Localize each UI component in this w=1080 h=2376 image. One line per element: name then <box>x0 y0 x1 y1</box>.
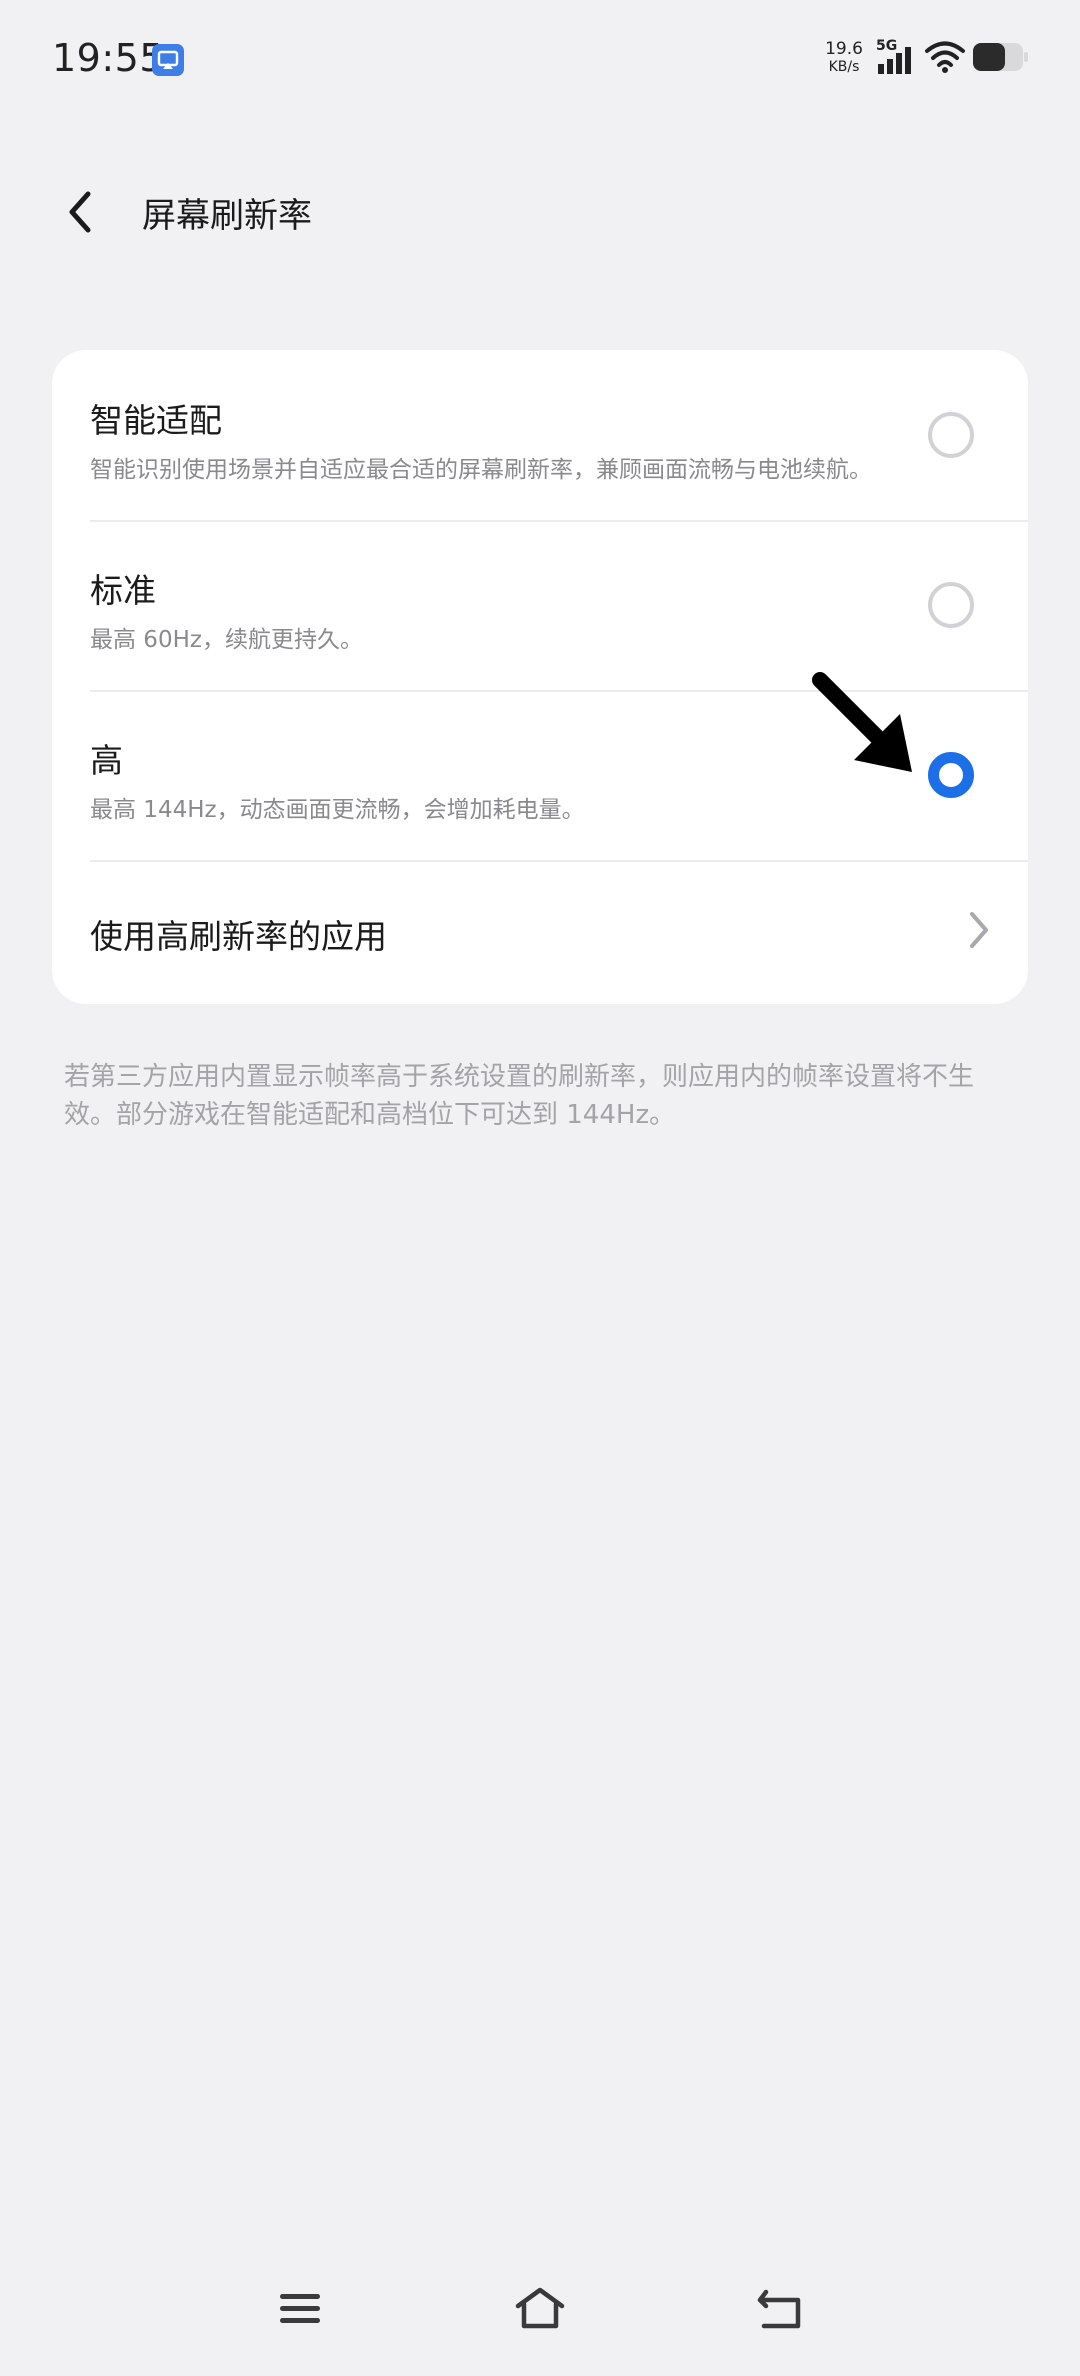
screen-cast-icon <box>152 44 184 76</box>
navigation-bar <box>0 2270 1080 2350</box>
wifi-icon <box>925 41 965 73</box>
high-refresh-apps-label: 使用高刷新率的应用 <box>90 917 387 956</box>
option-description: 最高 60Hz，续航更持久。 <box>90 627 363 653</box>
battery-icon <box>973 43 1028 71</box>
radio-standard[interactable] <box>928 582 974 628</box>
back-button[interactable] <box>52 184 108 240</box>
high-refresh-apps-link[interactable]: 使用高刷新率的应用 <box>52 860 1028 1004</box>
network-speed: 19.6 KB/s <box>820 40 868 76</box>
chevron-left-icon <box>69 191 91 233</box>
status-time: 19:55 <box>52 36 165 80</box>
radio-high-selected[interactable] <box>928 752 974 798</box>
header: 屏幕刷新率 <box>0 160 1080 260</box>
option-standard[interactable]: 标准 最高 60Hz，续航更持久。 <box>52 520 1028 690</box>
option-description: 智能识别使用场景并自适应最合适的屏幕刷新率，兼顾画面流畅与电池续航。 <box>90 457 872 483</box>
option-description: 最高 144Hz，动态画面更流畅，会增加耗电量。 <box>90 797 585 823</box>
annotation-arrow-icon <box>812 672 912 772</box>
home-icon[interactable] <box>512 2284 568 2334</box>
network-speed-value: 19.6 <box>825 39 863 59</box>
network-speed-unit: KB/s <box>828 59 860 75</box>
footnote-text: 若第三方应用内置显示帧率高于系统设置的刷新率，则应用内的帧率设置将不生效。部分游… <box>64 1062 975 1130</box>
page-title: 屏幕刷新率 <box>142 196 312 236</box>
chevron-right-icon <box>970 912 988 948</box>
option-smart-adaptive[interactable]: 智能适配 智能识别使用场景并自适应最合适的屏幕刷新率，兼顾画面流畅与电池续航。 <box>52 350 1028 520</box>
option-title: 高 <box>90 741 123 780</box>
back-icon[interactable] <box>752 2284 808 2334</box>
signal-icon <box>878 47 911 74</box>
radio-smart-adaptive[interactable] <box>928 412 974 458</box>
option-title: 智能适配 <box>90 401 222 440</box>
option-title: 标准 <box>90 571 156 610</box>
menu-icon[interactable] <box>272 2284 328 2334</box>
status-bar: 19:55 19.6 KB/s 5G <box>0 0 1080 120</box>
